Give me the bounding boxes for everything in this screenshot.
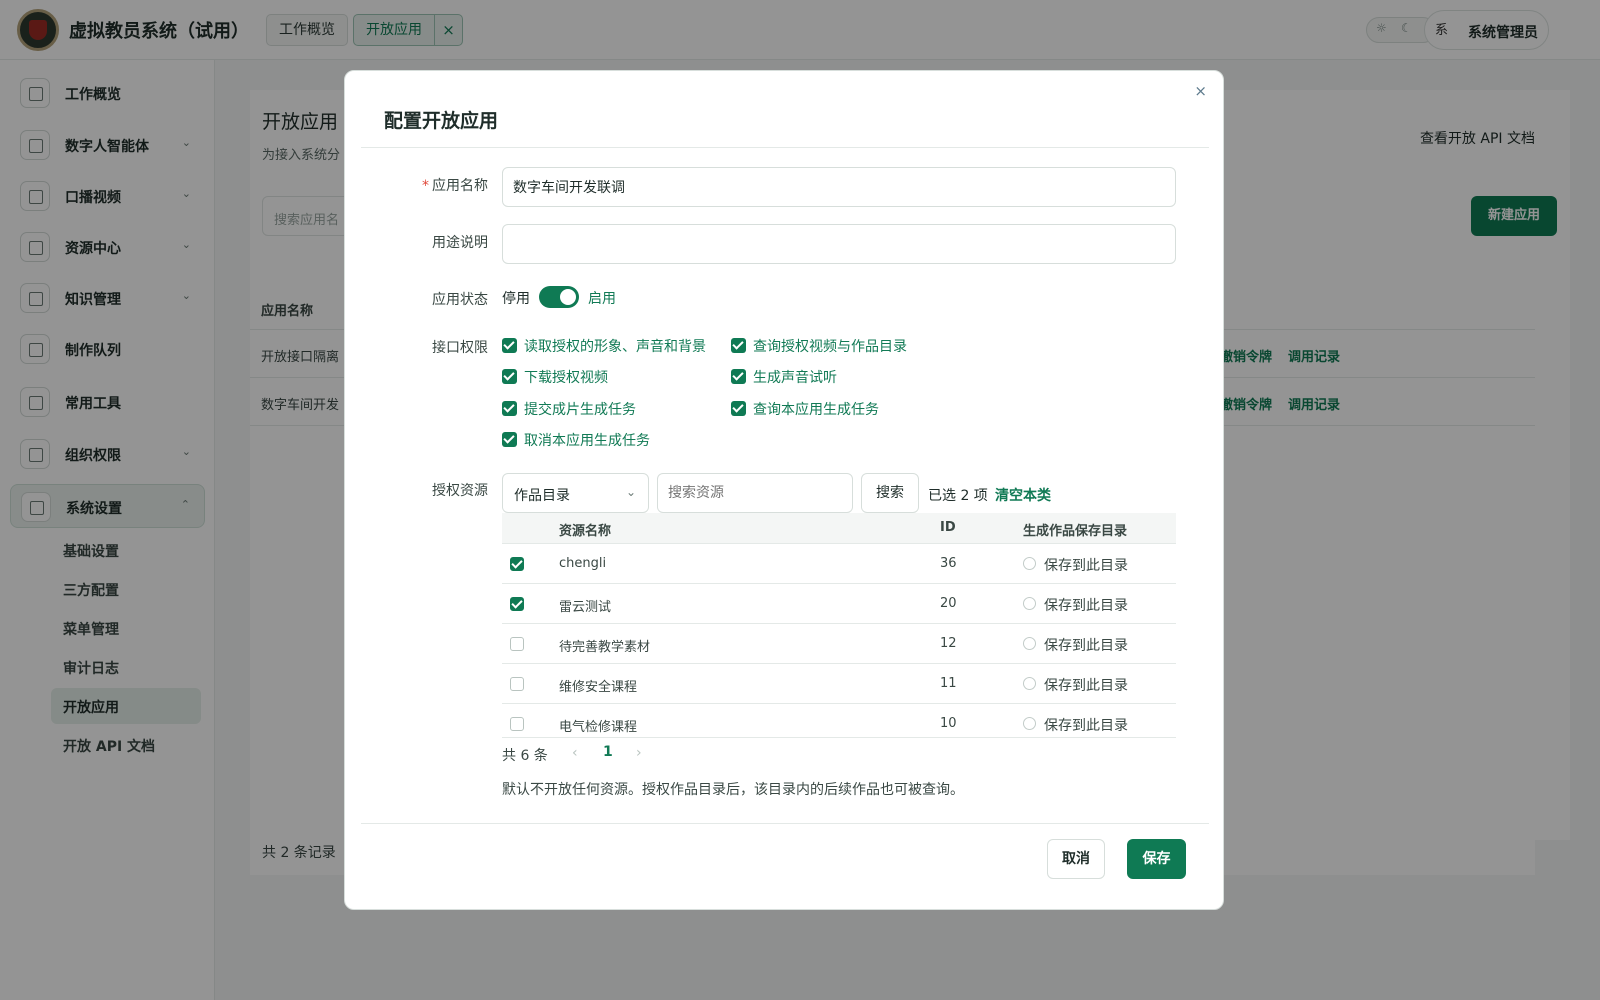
save-dir-radio[interactable]: [1023, 557, 1036, 570]
status-off-label: 停用: [502, 291, 530, 307]
row-checkbox[interactable]: [510, 557, 524, 571]
resource-name: 待完善教学素材: [559, 640, 651, 655]
row-checkbox[interactable]: [510, 597, 524, 611]
label-text: 应用名称: [432, 178, 488, 194]
table-row[interactable]: chengli 36 保存到此目录: [502, 544, 1176, 584]
checkbox-checked-icon: [502, 369, 517, 384]
save-dir-label: 保存到此目录: [1044, 718, 1128, 734]
save-dir-label: 保存到此目录: [1044, 558, 1128, 574]
required-mark: *: [422, 178, 429, 194]
save-dir-label: 保存到此目录: [1044, 638, 1128, 654]
search-button[interactable]: 搜索: [861, 473, 919, 513]
dialog-title: 配置开放应用: [384, 110, 499, 132]
resource-hint: 默认不开放任何资源。授权作品目录后，该目录内的后续作品也可被查询。: [502, 782, 964, 798]
app-name-label: * 应用名称: [422, 175, 488, 195]
perm-label: 下载授权视频: [524, 370, 608, 386]
save-dir-label: 保存到此目录: [1044, 598, 1128, 614]
chevron-down-icon: ⌄: [625, 485, 636, 499]
select-value: 作品目录: [514, 488, 570, 504]
resource-id: 20: [940, 596, 957, 611]
pager-total: 共 6 条: [502, 748, 548, 764]
perm-label: 取消本应用生成任务: [524, 433, 650, 449]
chevron-left-icon[interactable]: ‹: [572, 745, 578, 761]
checkbox-checked-icon: [502, 338, 517, 353]
save-dir-label: 保存到此目录: [1044, 678, 1128, 694]
table-row[interactable]: 待完善教学素材 12 保存到此目录: [502, 624, 1176, 664]
close-icon[interactable]: ×: [1194, 82, 1207, 100]
configure-app-dialog: × 配置开放应用 *应用名称 用途说明 应用状态 停用 启用 接口权限 读取授权…: [344, 70, 1224, 910]
permissions-label: 接口权限: [432, 340, 488, 356]
divider: [361, 823, 1209, 824]
perm-label: 查询授权视频与作品目录: [753, 339, 907, 355]
save-dir-radio[interactable]: [1023, 637, 1036, 650]
perm-label: 读取授权的形象、声音和背景: [524, 339, 706, 355]
status-toggle[interactable]: [539, 286, 579, 308]
save-dir-radio[interactable]: [1023, 597, 1036, 610]
description-input[interactable]: [502, 224, 1176, 264]
resource-id: 36: [940, 556, 957, 571]
table-row[interactable]: 雷云测试 20 保存到此目录: [502, 584, 1176, 624]
resource-name: 维修安全课程: [559, 680, 638, 695]
table-row[interactable]: 电气检修课程 10 保存到此目录: [502, 704, 1176, 737]
checkbox-checked-icon: [731, 401, 746, 416]
checkbox-checked-icon: [731, 369, 746, 384]
checkbox-checked-icon: [502, 432, 517, 447]
checkbox-checked-icon: [731, 338, 746, 353]
resource-id: 12: [940, 636, 957, 651]
resource-name: 电气检修课程: [559, 720, 638, 735]
chevron-right-icon[interactable]: ›: [636, 745, 642, 761]
selected-count: 已选 2 项: [928, 488, 988, 504]
row-checkbox[interactable]: [510, 637, 524, 651]
table-header: 资源名称 ID 生成作品保存目录: [502, 513, 1176, 544]
perm-label: 查询本应用生成任务: [753, 402, 879, 418]
clear-selection-link[interactable]: 清空本类: [995, 485, 1051, 505]
status-label: 应用状态: [432, 292, 488, 308]
save-dir-radio[interactable]: [1023, 717, 1036, 730]
save-dir-radio[interactable]: [1023, 677, 1036, 690]
resource-table: 资源名称 ID 生成作品保存目录 chengli 36 保存到此目录 雷云测试 …: [502, 513, 1176, 738]
resource-type-select[interactable]: 作品目录 ⌄: [502, 473, 649, 513]
checkbox-checked-icon: [502, 401, 517, 416]
row-checkbox[interactable]: [510, 717, 524, 731]
perm-label: 提交成片生成任务: [524, 402, 636, 418]
resource-id: 10: [940, 716, 957, 731]
save-button[interactable]: 保存: [1127, 839, 1186, 879]
divider: [361, 147, 1209, 148]
col-id: ID: [940, 520, 956, 535]
resource-name: chengli: [559, 556, 607, 571]
resources-label: 授权资源: [432, 483, 488, 499]
status-on-label: 启用: [588, 291, 616, 307]
cancel-button[interactable]: 取消: [1047, 839, 1105, 879]
resource-name: 雷云测试: [559, 600, 612, 615]
col-save-dir: 生成作品保存目录: [1023, 524, 1128, 539]
table-row[interactable]: 维修安全课程 11 保存到此目录: [502, 664, 1176, 704]
resource-id: 11: [940, 676, 957, 691]
perm-label: 生成声音试听: [753, 370, 837, 386]
app-name-input[interactable]: [502, 167, 1176, 207]
col-name: 资源名称: [559, 524, 612, 539]
page-number[interactable]: 1: [603, 744, 613, 760]
description-label: 用途说明: [432, 235, 488, 251]
row-checkbox[interactable]: [510, 677, 524, 691]
resource-search-input[interactable]: [657, 473, 853, 513]
